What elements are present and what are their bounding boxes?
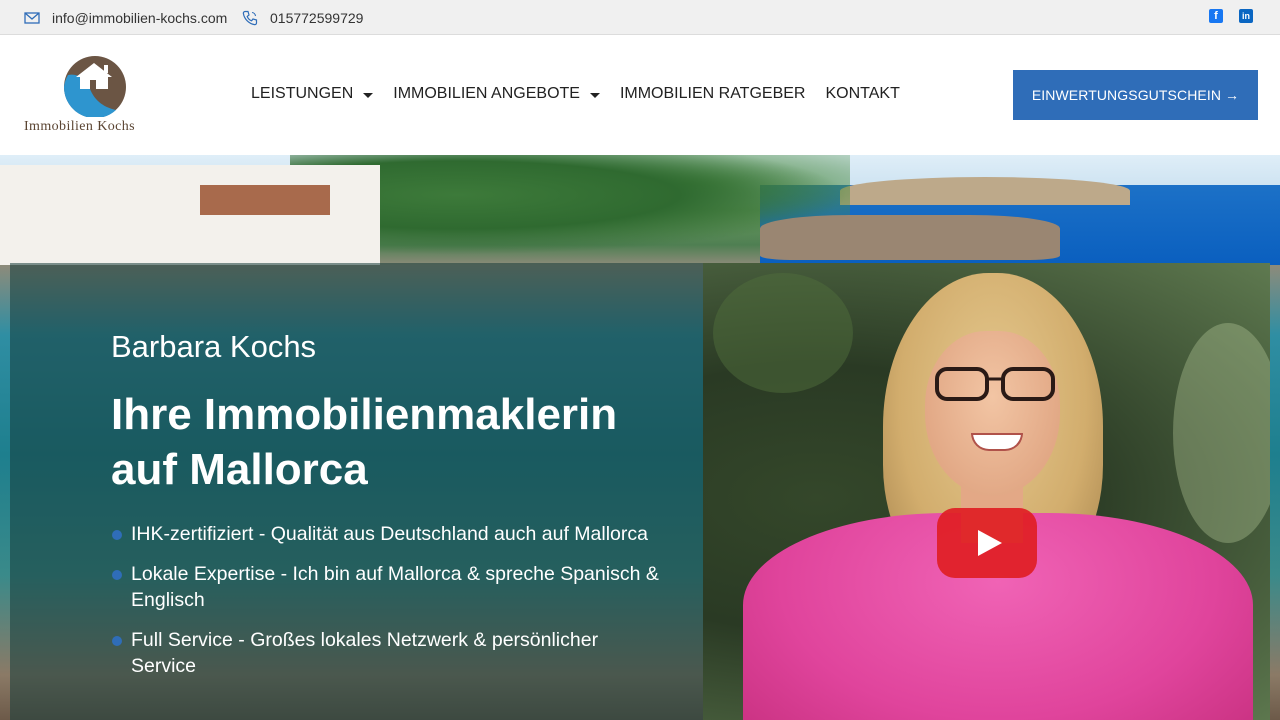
- hero-section: Barbara Kochs Ihre Immobilienmaklerin au…: [0, 155, 1280, 720]
- list-item: IHK-zertifiziert - Qualität aus Deutschl…: [111, 521, 661, 547]
- bullet-text: Lokale Expertise - Ich bin auf Mallorca …: [131, 563, 659, 611]
- einwertungsgutschein-button[interactable]: EINWERTUNGSGUTSCHEIN →: [1013, 70, 1258, 120]
- bullet-text: Full Service - Großes lokales Netzwerk &…: [131, 629, 599, 677]
- hero-bullet-list: IHK-zertifiziert - Qualität aus Deutschl…: [111, 521, 661, 693]
- list-item: Full Service - Großes lokales Netzwerk &…: [111, 627, 661, 679]
- phone-text: 015772599729: [270, 9, 364, 26]
- chevron-down-icon: [589, 92, 600, 98]
- island-background: [840, 177, 1130, 205]
- nav-item-immobilien-ratgeber[interactable]: IMMOBILIEN RATGEBER: [620, 85, 806, 103]
- facebook-icon[interactable]: f: [1209, 9, 1223, 23]
- intro-video[interactable]: [703, 263, 1270, 720]
- nav-item-immobilien-angebote[interactable]: IMMOBILIEN ANGEBOTE: [393, 85, 600, 103]
- mail-icon: [24, 11, 40, 24]
- hero-name: Barbara Kochs: [111, 329, 317, 364]
- nav-item-leistungen[interactable]: LEISTUNGEN: [251, 85, 374, 103]
- nav-item-kontakt[interactable]: KONTAKT: [825, 85, 899, 103]
- bokeh-light: [1173, 323, 1270, 543]
- house-background: [0, 165, 380, 265]
- play-button[interactable]: [937, 508, 1037, 578]
- nav-label: LEISTUNGEN: [251, 85, 354, 102]
- chevron-down-icon: [363, 92, 374, 98]
- nav-label: IMMOBILIEN RATGEBER: [619, 85, 806, 102]
- site-header: Immobilien Kochs LEISTUNGEN IMMOBILIEN A…: [0, 35, 1280, 155]
- phone-icon: [242, 10, 258, 25]
- list-item: Lokale Expertise - Ich bin auf Mallorca …: [111, 561, 661, 613]
- glasses-icon: [935, 367, 1055, 401]
- phone-link[interactable]: 015772599729: [242, 0, 363, 35]
- main-nav: LEISTUNGEN IMMOBILIEN ANGEBOTE IMMOBILIE…: [251, 35, 920, 153]
- bullet-dot-icon: [112, 570, 122, 580]
- bokeh-light: [713, 273, 853, 393]
- logo-text: Immobilien Kochs: [24, 119, 135, 134]
- bullet-dot-icon: [112, 636, 122, 646]
- linkedin-icon[interactable]: in: [1239, 9, 1253, 23]
- nav-label: KONTAKT: [825, 85, 900, 102]
- nav-label: IMMOBILIEN ANGEBOTE: [393, 85, 580, 102]
- house-logo-icon: [63, 56, 126, 119]
- hero-text-panel: Barbara Kochs Ihre Immobilienmaklerin au…: [10, 263, 703, 720]
- rocks-background: [760, 215, 1060, 260]
- bullet-text: IHK-zertifiziert - Qualität aus Deutschl…: [131, 523, 648, 545]
- play-icon: [977, 530, 1002, 556]
- logo[interactable]: Immobilien Kochs: [24, 55, 170, 137]
- bullet-dot-icon: [112, 530, 122, 540]
- email-link[interactable]: info@immobilien-kochs.com: [24, 0, 227, 35]
- person-face: [925, 331, 1060, 496]
- hero-title: Ihre Immobilienmaklerin auf Mallorca: [111, 390, 618, 494]
- email-text: info@immobilien-kochs.com: [52, 9, 228, 26]
- roof-background: [200, 185, 330, 215]
- top-contact-bar: info@immobilien-kochs.com 015772599729 f…: [0, 0, 1280, 35]
